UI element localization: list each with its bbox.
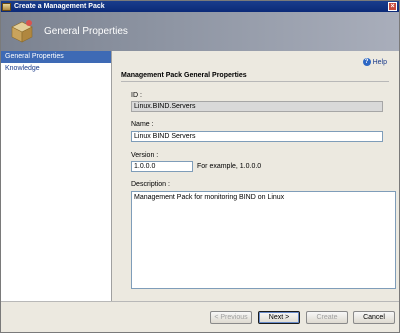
cancel-button[interactable]: Cancel: [353, 311, 395, 324]
package-icon: [11, 20, 33, 43]
section-title: Management Pack General Properties: [121, 72, 247, 79]
next-button[interactable]: Next >: [258, 311, 300, 324]
create-button[interactable]: Create: [306, 311, 348, 324]
version-example: For example, 1.0.0.0: [197, 163, 262, 170]
button-bar: < Previous Next > Create Cancel: [1, 301, 399, 332]
id-field: Linux.BIND.Servers: [131, 101, 383, 112]
close-icon[interactable]: ×: [388, 2, 397, 11]
app-icon: [2, 2, 11, 11]
wizard-window: Create a Management Pack × General Prope…: [0, 0, 400, 333]
version-field[interactable]: 1.0.0.0: [131, 161, 193, 172]
help-icon: ?: [362, 58, 371, 66]
nav-item-general-properties[interactable]: General Properties: [1, 51, 111, 63]
previous-button[interactable]: < Previous: [210, 311, 252, 324]
id-label: ID :: [131, 92, 142, 99]
description-field[interactable]: Management Pack for monitoring BIND on L…: [131, 191, 396, 289]
description-label: Description :: [131, 181, 170, 188]
header-banner: General Properties: [1, 12, 399, 51]
section-divider: [121, 81, 389, 82]
main-panel: ? Help Management Pack General Propertie…: [113, 51, 399, 301]
help-link[interactable]: ? Help: [362, 58, 387, 66]
window-title: Create a Management Pack: [14, 3, 105, 10]
nav-item-knowledge[interactable]: Knowledge: [1, 63, 111, 75]
page-heading: General Properties: [44, 26, 128, 37]
help-label: Help: [372, 58, 387, 66]
title-bar: Create a Management Pack ×: [1, 1, 399, 12]
version-label: Version :: [131, 152, 159, 159]
name-label: Name :: [131, 121, 154, 128]
name-field[interactable]: Linux BIND Servers: [131, 131, 383, 142]
wizard-nav: General Properties Knowledge: [1, 51, 112, 301]
